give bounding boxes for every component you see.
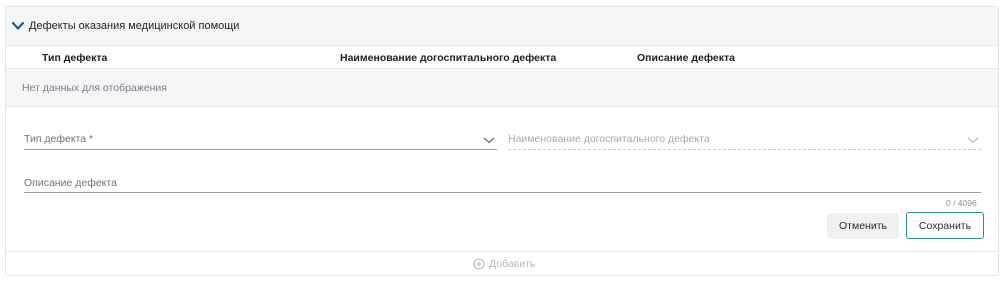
- empty-message: Нет данных для отображения: [22, 82, 167, 94]
- add-button[interactable]: Добавить: [473, 258, 535, 270]
- defect-type-select[interactable]: Тип дефекта *: [24, 133, 497, 150]
- description-field[interactable]: Описание дефекта: [24, 177, 981, 193]
- column-header-prehospital-defect[interactable]: Наименование догоспитального дефекта: [340, 52, 556, 64]
- grid-empty-row: Нет данных для отображения: [6, 69, 998, 107]
- plus-circle-icon: [473, 258, 485, 270]
- chevron-down-icon: [967, 137, 979, 144]
- column-header-description[interactable]: Описание дефекта: [637, 52, 735, 64]
- grid-header: Тип дефекта Наименование догоспитального…: [6, 47, 998, 69]
- prehospital-defect-label: Наименование догоспитального дефекта: [508, 133, 710, 145]
- prehospital-defect-select: Наименование догоспитального дефекта: [508, 133, 981, 150]
- description-char-counter: 0 / 4096: [946, 198, 977, 208]
- column-header-defect-type[interactable]: Тип дефекта: [42, 52, 107, 64]
- add-label: Добавить: [489, 258, 536, 270]
- divider: [6, 251, 998, 252]
- cancel-button[interactable]: Отменить: [827, 213, 899, 239]
- chevron-down-icon[interactable]: [11, 20, 25, 32]
- save-button[interactable]: Сохранить: [906, 212, 984, 239]
- panel-header[interactable]: Дефекты оказания медицинской помощи: [6, 7, 998, 46]
- defects-panel: Дефекты оказания медицинской помощи Тип …: [5, 6, 999, 276]
- chevron-down-icon[interactable]: [483, 135, 495, 145]
- description-label: Описание дефекта: [24, 177, 117, 189]
- panel-title: Дефекты оказания медицинской помощи: [29, 20, 240, 32]
- defect-type-label: Тип дефекта *: [24, 133, 94, 145]
